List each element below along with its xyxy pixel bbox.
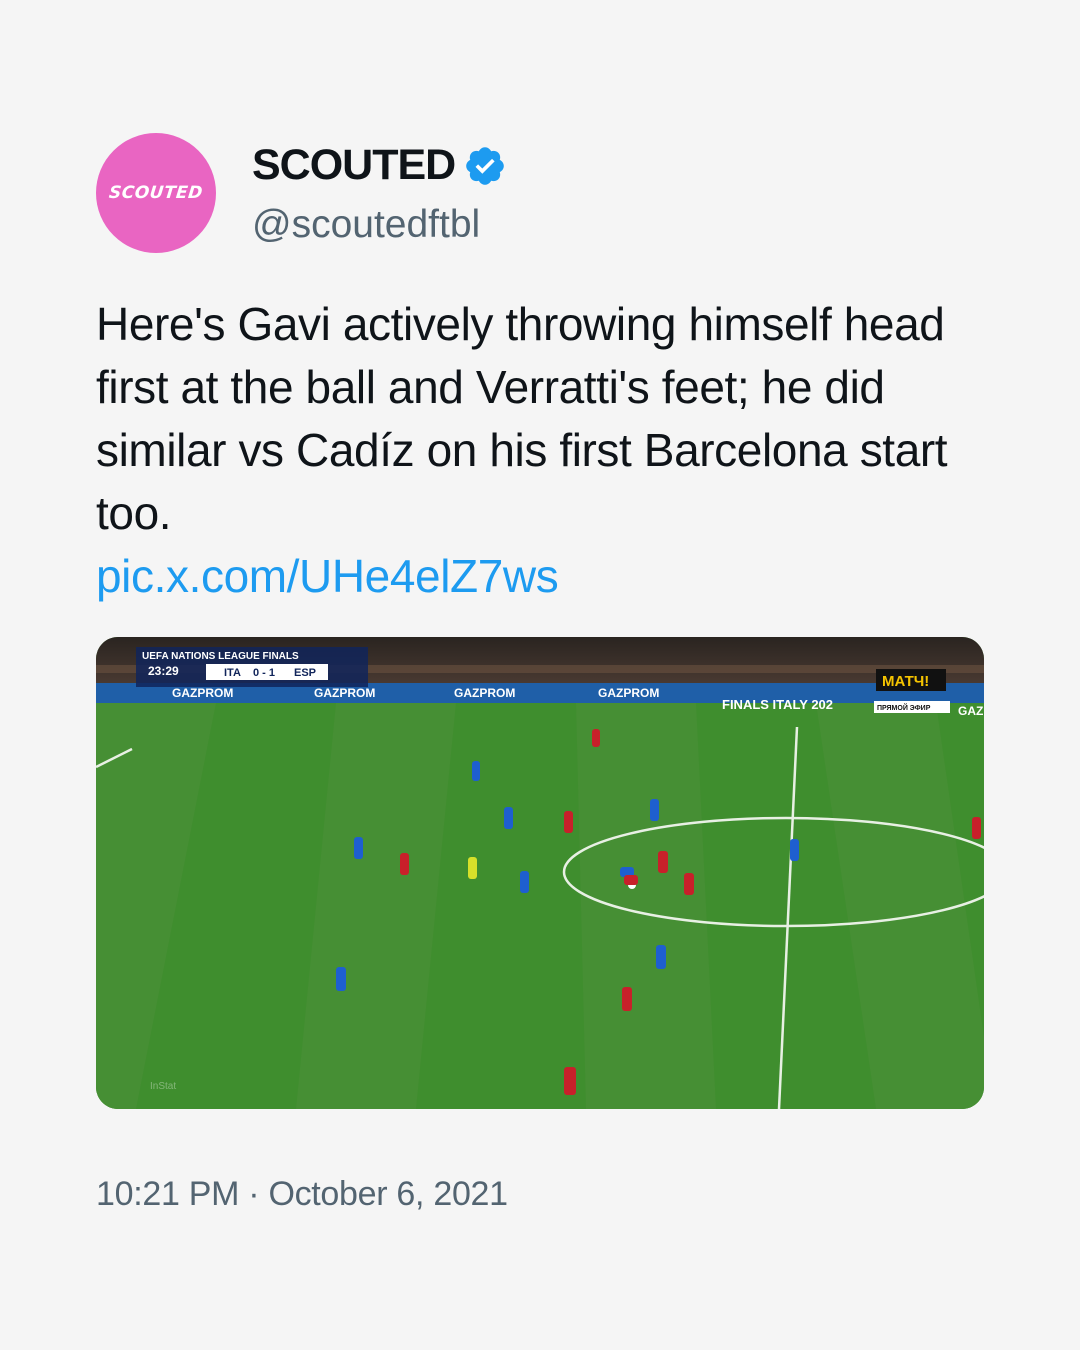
ad-text: GAZPROM (314, 686, 375, 700)
media-link[interactable]: pic.x.com/UHe4elZ7ws (96, 545, 984, 608)
competition-label: UEFA NATIONS LEAGUE FINALS (142, 651, 299, 662)
football-match-frame: UEFA NATIONS LEAGUE FINALS 23:29 ITA 0 -… (96, 637, 984, 1109)
handle[interactable]: @scoutedftbl (252, 203, 480, 247)
name-row: SCOUTED (252, 141, 507, 190)
match-clock: 23:29 (148, 664, 179, 678)
tweet-text: Here's Gavi actively throwing himself he… (96, 293, 984, 608)
display-name[interactable]: SCOUTED (252, 141, 456, 190)
score: 0 - 1 (253, 667, 275, 679)
banner-text: FINALS ITALY 202 (722, 697, 833, 712)
verified-badge-icon (466, 146, 505, 185)
tweet: SCOUTED SCOUTED @scoutedftbl Here's Gavi… (96, 133, 984, 608)
ad-text: GAZ (958, 704, 983, 718)
tweet-header: SCOUTED SCOUTED @scoutedftbl (96, 133, 984, 253)
ad-text: GAZPROM (172, 686, 233, 700)
tweet-timestamp[interactable]: 10:21 PM · October 6, 2021 (96, 1175, 508, 1214)
avatar-logo-text: SCOUTED (108, 183, 204, 203)
tweet-media-image[interactable]: UEFA NATIONS LEAGUE FINALS 23:29 ITA 0 -… (96, 637, 984, 1109)
watermark: InStat (150, 1081, 176, 1092)
avatar[interactable]: SCOUTED (96, 133, 216, 253)
live-label: ПРЯМОЙ ЭФИР (877, 703, 931, 712)
ad-text: GAZPROM (598, 686, 659, 700)
home-team: ITA (224, 667, 241, 679)
ad-text: GAZPROM (454, 686, 515, 700)
broadcaster-logo: МАТЧ! ПРЯМОЙ ЭФИР (874, 669, 950, 713)
away-team: ESP (294, 667, 316, 679)
broadcaster-name: МАТЧ! (882, 673, 929, 690)
scoreboard: UEFA NATIONS LEAGUE FINALS 23:29 ITA 0 -… (136, 647, 368, 687)
pitch (96, 703, 984, 1109)
tweet-body: Here's Gavi actively throwing himself he… (96, 298, 948, 539)
